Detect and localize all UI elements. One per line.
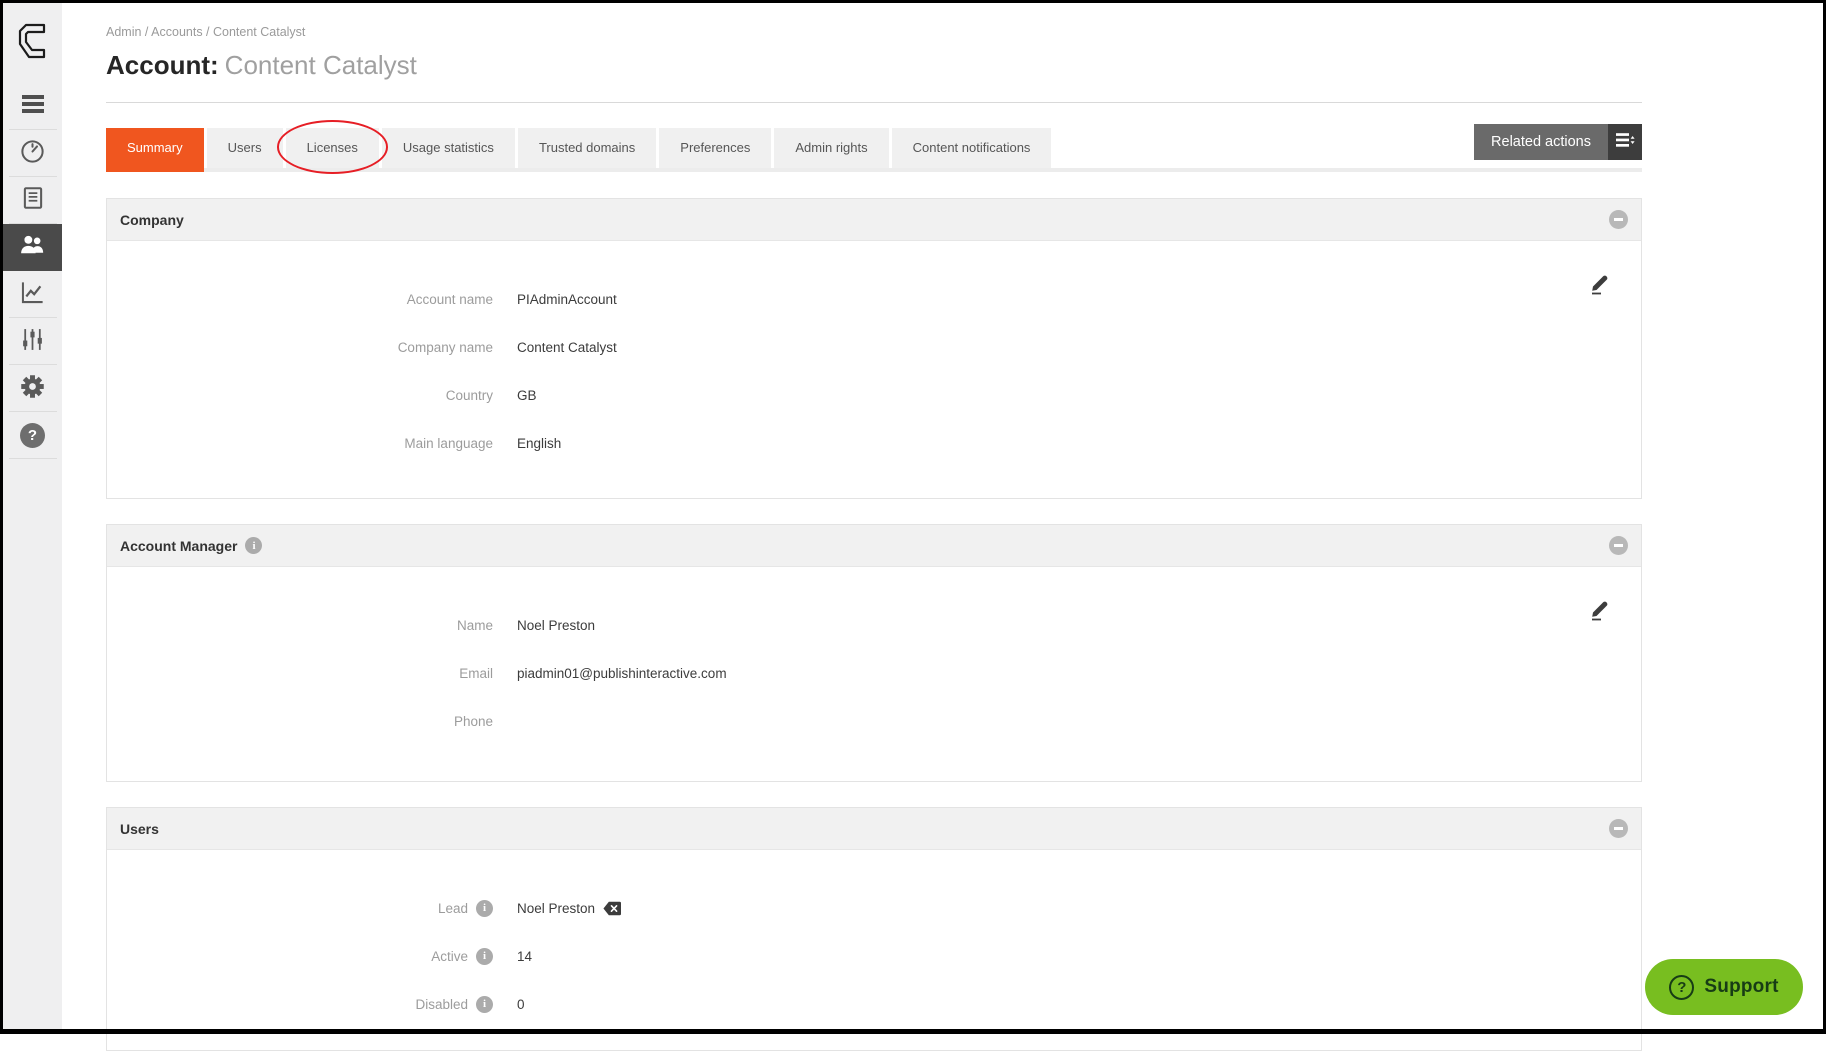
field-label: Account name [406, 291, 493, 307]
help-icon: ? [20, 423, 45, 448]
section-users-body: Lead i Noel Preston Active i 14 Disabled… [107, 850, 1641, 1050]
tab-content-notifications[interactable]: Content notifications [891, 128, 1052, 168]
field-label: Email [459, 665, 493, 681]
field-label: Active i [107, 947, 493, 965]
field-value: piadmin01@publishinteractive.com [517, 665, 727, 681]
title-divider [106, 102, 1642, 103]
document-icon [20, 185, 46, 216]
sidebar-item-settings[interactable] [3, 365, 62, 412]
users-icon [18, 232, 47, 263]
field-value: Noel Preston [517, 901, 622, 916]
related-actions-label: Related actions [1474, 124, 1608, 160]
sidebar-item-preferences[interactable] [3, 318, 62, 365]
field-value: English [517, 435, 562, 451]
info-icon[interactable]: i [245, 537, 263, 554]
field-row: Phone [107, 707, 1641, 735]
collapse-icon[interactable] [1609, 819, 1628, 838]
support-button[interactable]: ? Support [1645, 959, 1803, 1015]
sidebar-item-accounts[interactable] [3, 224, 62, 271]
field-label: Name [456, 617, 493, 633]
field-value: PIAdminAccount [517, 291, 617, 307]
field-row: Main language English [107, 429, 1641, 457]
section-title: Users [120, 820, 159, 837]
line-chart-icon [19, 279, 46, 311]
sidebar-item-reports[interactable] [3, 177, 62, 224]
edit-icon[interactable] [1587, 270, 1613, 301]
tab-bar: Summary Users Licenses Usage statistics … [106, 120, 1642, 174]
tab-preferences[interactable]: Preferences [659, 128, 772, 168]
section-company: Company Account name PIAdminAccount Comp… [106, 198, 1642, 499]
field-label: Main language [404, 435, 493, 451]
gear-icon [19, 373, 46, 405]
section-users: Users Lead i Noel Preston Active i 14 Di… [106, 807, 1642, 1051]
field-label: Phone [453, 713, 493, 729]
page-title-value: Content Catalyst [224, 50, 417, 80]
sidebar-item-menu[interactable] [3, 83, 62, 130]
section-account-manager-header: Account Manager i [107, 525, 1641, 567]
field-label: Company name [397, 339, 493, 355]
hamburger-icon [21, 93, 45, 120]
gauge-icon [19, 138, 46, 170]
field-label: Disabled i [107, 995, 493, 1013]
section-users-header: Users [107, 808, 1641, 850]
tab-admin-rights[interactable]: Admin rights [774, 128, 889, 168]
field-row: Account name PIAdminAccount [107, 285, 1641, 313]
field-label: Lead i [107, 899, 493, 917]
field-value: Content Catalyst [517, 339, 617, 355]
collapse-icon[interactable] [1609, 536, 1628, 555]
sliders-icon [20, 326, 45, 358]
field-row: Active i 14 [107, 942, 1641, 970]
info-icon[interactable]: i [476, 899, 493, 917]
field-value: 0 [517, 996, 525, 1012]
section-company-header: Company [107, 199, 1641, 241]
info-icon[interactable]: i [476, 995, 493, 1013]
edit-icon[interactable] [1587, 596, 1613, 627]
tab-users[interactable]: Users [206, 128, 283, 168]
sidebar: ? [3, 3, 62, 1029]
tab-usage-statistics[interactable]: Usage statistics [381, 128, 515, 168]
related-actions-button[interactable]: Related actions [1474, 124, 1642, 160]
info-icon[interactable]: i [476, 947, 493, 965]
section-title: Company [120, 211, 184, 228]
page-title-label: Account: [106, 50, 219, 80]
section-account-manager-body: Name Noel Preston Email piadmin01@publis… [107, 567, 1641, 781]
field-row: Email piadmin01@publishinteractive.com [107, 659, 1641, 687]
breadcrumb[interactable]: Admin / Accounts / Content Catalyst [106, 25, 1642, 39]
sidebar-item-analytics[interactable] [3, 271, 62, 318]
field-label: Country [445, 387, 493, 403]
tab-summary[interactable]: Summary [106, 128, 204, 172]
field-row: Company name Content Catalyst [107, 333, 1641, 361]
field-row: Lead i Noel Preston [107, 894, 1641, 922]
app-logo[interactable] [3, 3, 62, 83]
page-title: Account: Content Catalyst [106, 50, 1642, 81]
field-row: Disabled i 0 [107, 990, 1641, 1018]
support-help-icon: ? [1669, 974, 1695, 1000]
field-row: Name Noel Preston [107, 611, 1641, 639]
sidebar-item-dashboard[interactable] [3, 130, 62, 177]
support-label: Support [1704, 976, 1779, 997]
main-content: Admin / Accounts / Content Catalyst Acco… [106, 0, 1642, 1051]
field-value: Noel Preston [517, 617, 596, 633]
collapse-icon[interactable] [1609, 210, 1628, 229]
logo-icon [13, 19, 53, 68]
field-value: 14 [517, 948, 533, 964]
section-account-manager: Account Manager i Name Noel Preston Emai… [106, 524, 1642, 782]
section-title: Account Manager [120, 537, 238, 554]
field-value: GB [517, 387, 537, 403]
remove-lead-icon[interactable] [603, 901, 622, 916]
section-company-body: Account name PIAdminAccount Company name… [107, 241, 1641, 498]
tab-trusted-domains[interactable]: Trusted domains [517, 128, 657, 168]
list-caret-icon [1615, 132, 1635, 153]
sidebar-item-help[interactable]: ? [3, 412, 62, 459]
related-actions-menu-button[interactable] [1608, 124, 1642, 160]
field-row: Country GB [107, 381, 1641, 409]
tab-licenses[interactable]: Licenses [276, 120, 388, 174]
